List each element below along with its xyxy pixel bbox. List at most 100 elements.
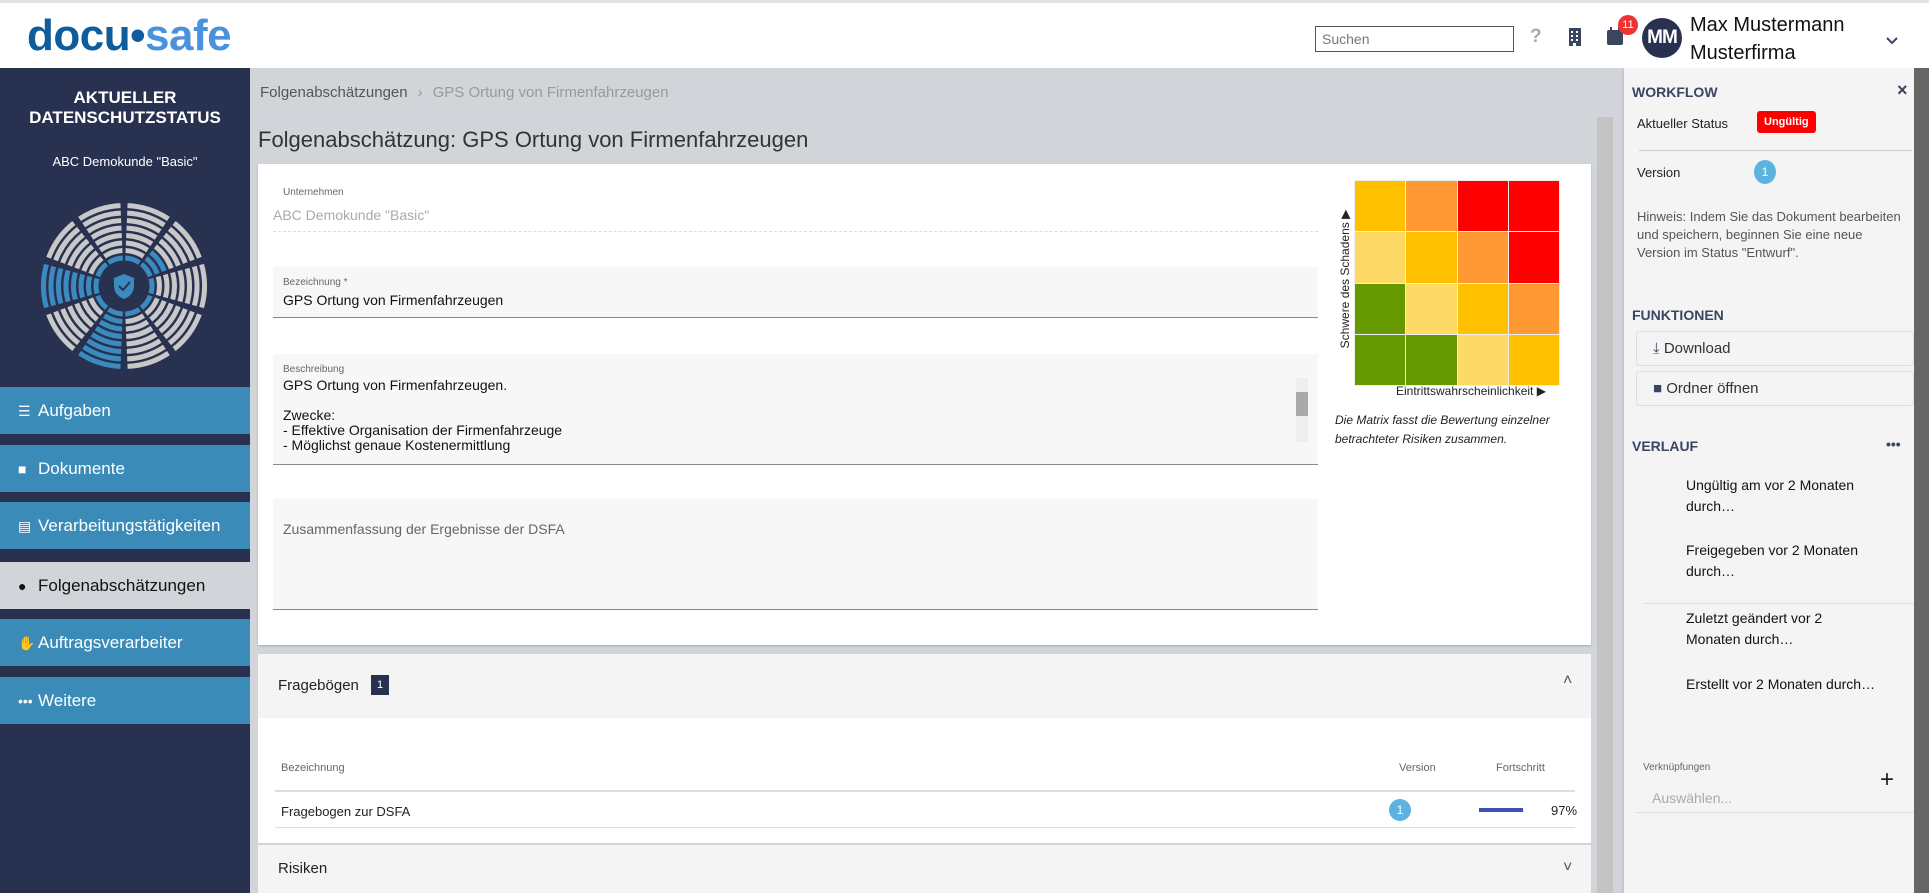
open-folder-button[interactable]: ■ Ordner öffnen [1636, 371, 1914, 406]
links-select[interactable]: Auswählen... [1636, 790, 1916, 813]
status-segment [199, 263, 207, 309]
divider [1644, 603, 1916, 604]
description-field[interactable]: Beschreibung GPS Ortung von Firmenfahrze… [273, 354, 1318, 465]
avatar[interactable]: MM [1642, 18, 1682, 58]
history-title: VERLAUF [1632, 438, 1699, 454]
status-badge: Ungültig [1757, 111, 1816, 133]
history-item: Ungültig am vor 2 Monaten durch… [1686, 477, 1855, 514]
download-button[interactable]: ⤓ Download [1636, 331, 1914, 366]
risks-panel[interactable]: Risiken ˅ [258, 845, 1591, 893]
sidebar-item-label: Weitere [38, 691, 97, 710]
status-segment [95, 294, 109, 310]
progress-fill [1479, 808, 1523, 812]
questionnaires-header[interactable]: Fragebögen 1 ˄ [258, 654, 1591, 718]
history-item: Erstellt vor 2 Monaten durch… [1686, 676, 1876, 692]
privacy-status-chart [41, 203, 207, 369]
status-segment [124, 307, 141, 317]
count-badge: 1 [371, 675, 390, 695]
matrix-cell [1508, 283, 1559, 334]
status-segment [103, 248, 123, 259]
divider [1639, 150, 1912, 151]
name-field[interactable]: Bezeichnung * GPS Ortung von Firmenfahrz… [273, 267, 1318, 318]
questionnaires-title: Fragebögen [278, 677, 359, 694]
chevron-down-icon[interactable]: ˅ [1563, 859, 1572, 877]
textarea-scrollbar[interactable] [1296, 378, 1308, 442]
sidebar-item-weitere[interactable]: ••• Weitere [0, 677, 250, 724]
sidebar-item-label: Dokumente [38, 459, 125, 478]
sidebar-item-dokumente[interactable]: ■ Dokumente [0, 445, 250, 492]
sidebar-item-aufgaben[interactable]: ☰ Aufgaben [0, 387, 250, 434]
company-name[interactable]: Musterfirma [1690, 42, 1796, 65]
notification-badge: 11 [1618, 15, 1638, 35]
row-name[interactable]: Fragebogen zur DSFA [281, 804, 410, 819]
status-title: AKTUELLER DATENSCHUTZSTATUS [29, 88, 221, 127]
description-textarea[interactable]: GPS Ortung von Firmenfahrzeugen. Zwecke:… [283, 378, 1308, 454]
handshake-icon: ✋ [18, 635, 36, 651]
col-header-name: Bezeichnung [281, 762, 345, 774]
status-segment [125, 248, 145, 259]
breadcrumb-parent[interactable]: Folgenabschätzungen [260, 84, 408, 101]
summary-textarea[interactable]: Zusammenfassung der Ergebnisse der DSFA [283, 521, 1308, 537]
matrix-cell [1406, 232, 1457, 283]
status-segment [155, 275, 162, 297]
logo-text-1: docu [27, 11, 131, 60]
page-scrollbar[interactable] [1914, 68, 1929, 893]
status-segment [163, 273, 170, 299]
help-icon[interactable]: ? [1530, 26, 1542, 48]
sidebar-item-label: Auftragsverarbeiter [38, 633, 183, 652]
col-header-progress: Fortschritt [1496, 762, 1545, 774]
progress-label: 97% [1551, 803, 1578, 818]
name-input[interactable]: GPS Ortung von Firmenfahrzeugen [283, 292, 1308, 308]
matrix-y-label: Schwere des Schadens ▶ [1338, 209, 1352, 349]
breadcrumb: Folgenabschätzungen › GPS Ortung von Firme… [260, 84, 669, 101]
matrix-cell [1508, 181, 1559, 232]
matrix-cell [1355, 334, 1406, 385]
chevron-up-icon[interactable]: ˄ [1563, 672, 1572, 690]
matrix-x-label: Eintrittswahrscheinlichkeit ▶ [1396, 384, 1546, 398]
links-label: Verknüpfungen [1643, 762, 1711, 773]
status-segment [170, 271, 177, 301]
open-folder-label: Ordner öffnen [1666, 380, 1759, 397]
history-item: Freigegeben vor 2 Monaten durch… [1686, 542, 1858, 579]
status-segment [78, 273, 85, 299]
search-input[interactable] [1315, 26, 1514, 52]
status-segment [139, 294, 153, 310]
table-row[interactable]: Fragebogen zur DSFA 1 97% [275, 792, 1578, 828]
company-label: Unternehmen [283, 187, 344, 198]
functions-title: FUNKTIONEN [1632, 307, 1724, 323]
sidebar-item-label: Folgenabschätzungen [38, 576, 206, 595]
matrix-cell [1457, 283, 1508, 334]
sidebar-item-folgenabschaetzungen[interactable]: ● Folgenabschätzungen [0, 562, 250, 609]
matrix-cell [1508, 232, 1559, 283]
status-segment [86, 275, 93, 297]
sidebar-item-verarbeitungstaetigkeiten[interactable]: ▤ Verarbeitungstätigkeiten [0, 502, 250, 549]
main-scrollbar[interactable] [1597, 117, 1613, 893]
questionnaires-panel: Fragebögen 1 ˄ Bezeichnung Version Forts… [258, 654, 1591, 843]
summary-field[interactable]: Zusammenfassung der Ergebnisse der DSFA [273, 499, 1318, 610]
building-icon[interactable] [1568, 28, 1582, 46]
status-segment [184, 267, 192, 305]
sidebar-item-label: Aufgaben [38, 401, 111, 420]
user-name[interactable]: Max Mustermann [1690, 14, 1845, 37]
matrix-cell [1355, 181, 1406, 232]
download-icon: ⤓ [1653, 340, 1664, 357]
more-icon[interactable]: ••• [1886, 436, 1901, 452]
logo-dot: • [130, 11, 146, 60]
risk-matrix [1354, 180, 1560, 386]
status-segment [139, 262, 153, 278]
status-segment [63, 269, 71, 303]
close-icon[interactable]: × [1897, 80, 1908, 101]
status-segment [124, 255, 141, 265]
status-segment [103, 313, 123, 324]
file-icon: ▤ [18, 518, 32, 534]
top-header: docu•safe [0, 0, 1929, 68]
version-badge: 1 [1389, 799, 1411, 821]
matrix-cell [1406, 181, 1457, 232]
docusafe-logo[interactable]: docu•safe [27, 11, 232, 61]
chevron-down-icon[interactable] [1886, 37, 1898, 45]
matrix-cell [1406, 334, 1457, 385]
fire-icon: ● [18, 578, 27, 594]
col-header-version: Version [1399, 762, 1436, 774]
sidebar-item-auftragsverarbeiter[interactable]: ✋ Auftragsverarbeiter [0, 619, 250, 666]
company-value: ABC Demokunde "Basic" [273, 207, 430, 223]
